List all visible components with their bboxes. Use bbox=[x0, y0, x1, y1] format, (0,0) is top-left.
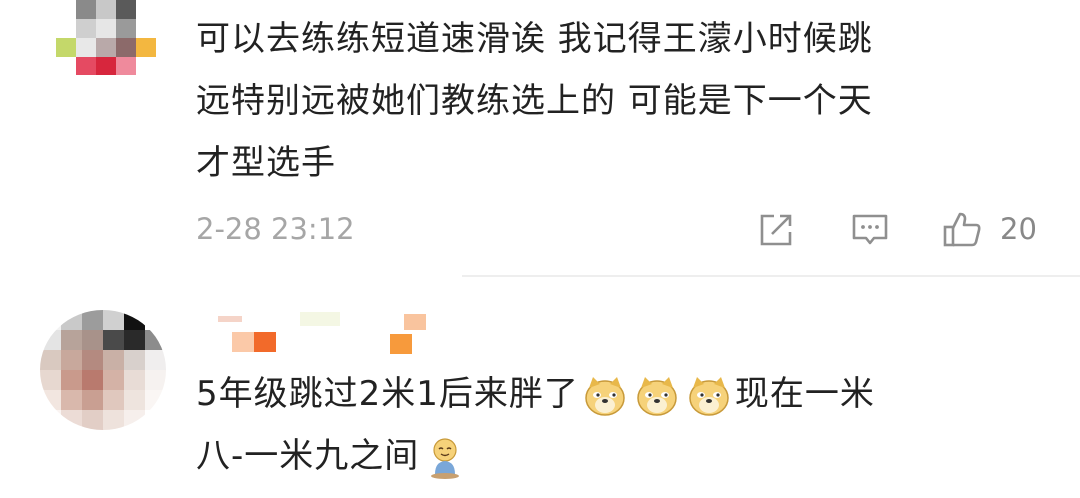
sitting-smile-emoji bbox=[431, 437, 460, 479]
comment-line: 八-一米九之间 bbox=[196, 425, 875, 487]
comment-fragment: 现在一米 bbox=[734, 374, 875, 414]
doge-emoji bbox=[585, 376, 625, 416]
doge-emoji bbox=[689, 376, 729, 416]
comment-item: 5年级跳过2米1后来胖了 现在一米 八-一米九之间 bbox=[0, 0, 1080, 498]
comment-fragment: 八-一米九之间 bbox=[196, 436, 420, 476]
avatar[interactable] bbox=[40, 310, 166, 430]
doge-emoji bbox=[637, 376, 677, 416]
comment-fragment: 5年级跳过2米1后来胖了 bbox=[196, 374, 579, 414]
comment-line: 5年级跳过2米1后来胖了 现在一米 bbox=[196, 363, 875, 425]
comment-text: 5年级跳过2米1后来胖了 现在一米 八-一米九之间 bbox=[196, 363, 875, 487]
